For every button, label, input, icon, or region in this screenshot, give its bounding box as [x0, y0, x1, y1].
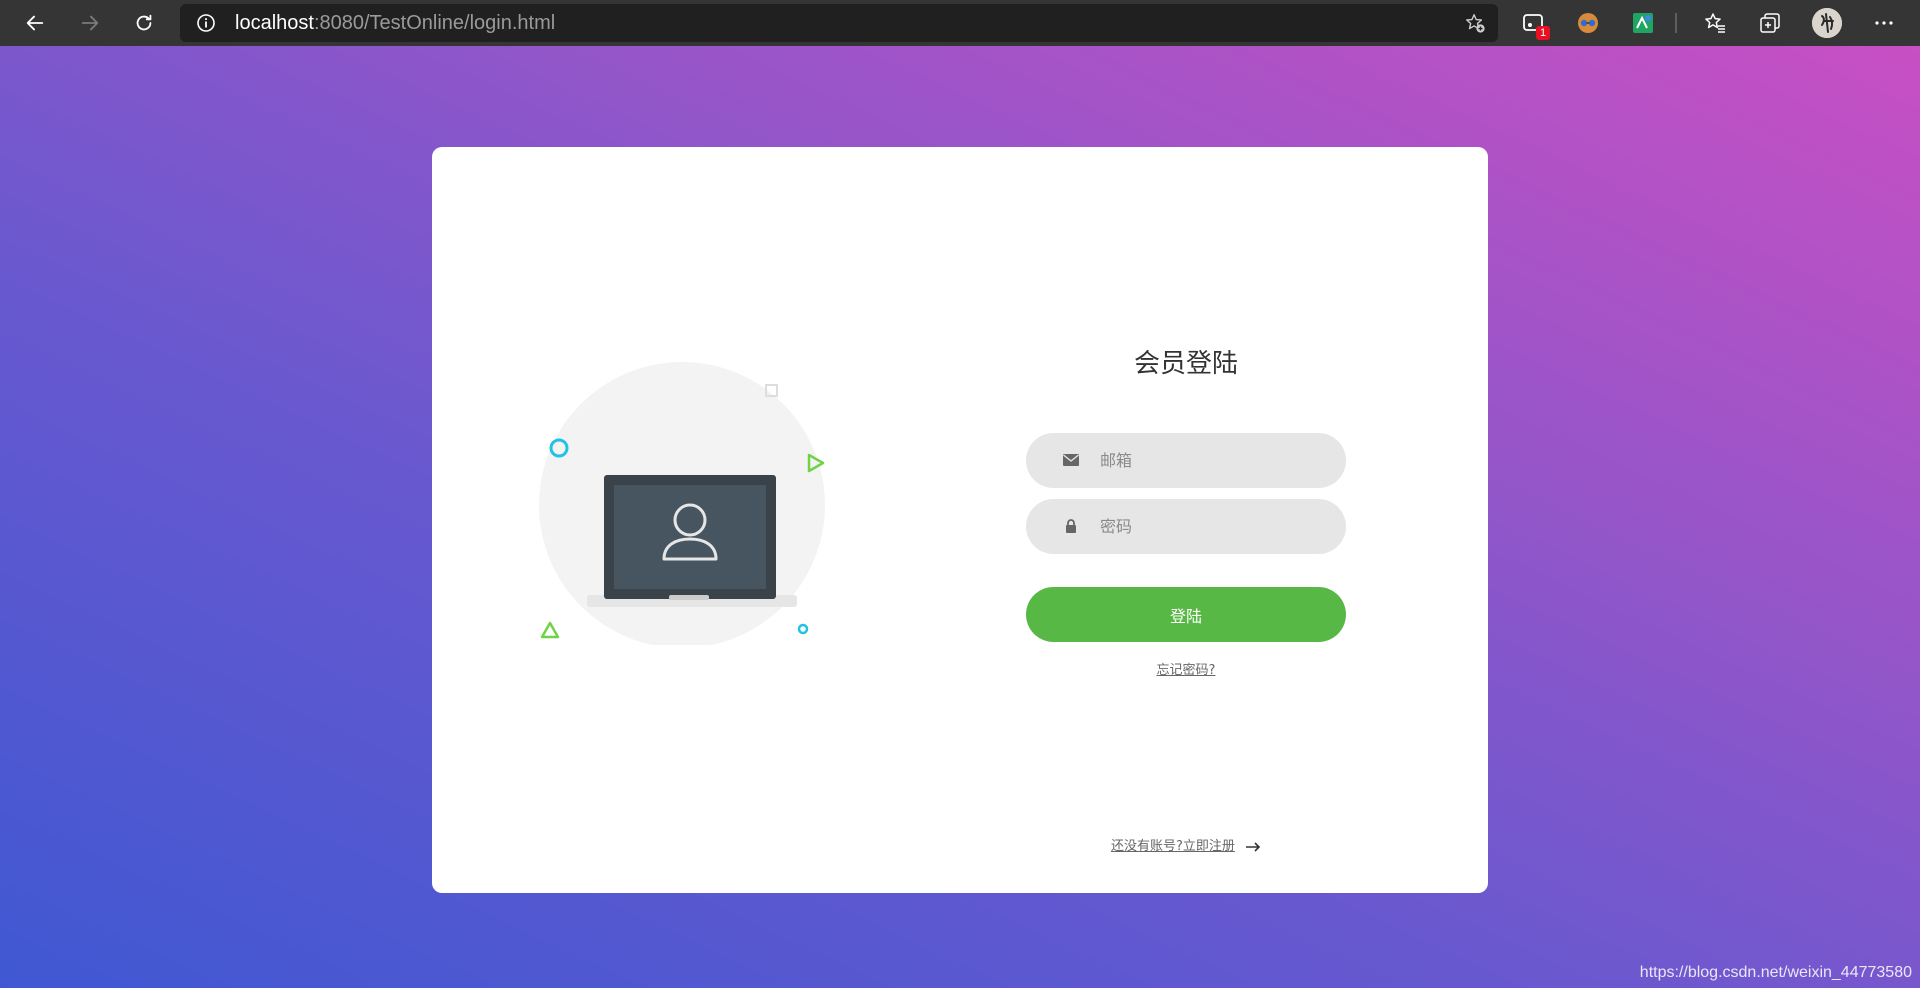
forgot-password-link[interactable]: 忘记密码? — [1026, 659, 1346, 678]
extension-button-3[interactable] — [1628, 8, 1658, 38]
extension-button-2[interactable] — [1573, 8, 1603, 38]
ellipsis-icon — [1875, 21, 1893, 25]
url-text[interactable]: localhost:8080/TestOnline/login.html — [235, 12, 555, 35]
url-host: localhost — [235, 12, 314, 34]
address-bar[interactable]: localhost:8080/TestOnline/login.html — [180, 4, 1498, 42]
favorites-button[interactable] — [1700, 8, 1730, 38]
watermark-text: https://blog.csdn.net/weixin_44773580 — [1639, 964, 1912, 981]
laptop-user-illustration — [539, 362, 825, 645]
envelope-icon — [1063, 454, 1079, 466]
forward-button[interactable] — [71, 4, 109, 42]
email-field[interactable] — [1026, 433, 1346, 488]
email-input[interactable] — [1100, 433, 1330, 488]
more-menu-button[interactable] — [1868, 8, 1900, 38]
arrow-right-icon — [81, 15, 99, 31]
register-link-label: 还没有账号?立即注册 — [1110, 839, 1235, 854]
refresh-icon — [136, 14, 152, 31]
reload-button[interactable] — [125, 4, 163, 42]
translate-extension-icon — [1633, 13, 1653, 33]
login-card: 会员登陆 登陆 忘记密码? 还没有账号?立即注册 — [432, 147, 1488, 893]
collections-button[interactable] — [1755, 8, 1785, 38]
lock-icon — [1066, 519, 1076, 533]
profile-avatar-icon — [1812, 8, 1842, 38]
back-button[interactable] — [16, 4, 54, 42]
star-plus-icon[interactable] — [1464, 12, 1486, 34]
page-viewport: 会员登陆 登陆 忘记密码? 还没有账号?立即注册 https://blog.cs… — [0, 46, 1920, 988]
profile-avatar[interactable] — [1812, 8, 1842, 38]
info-icon[interactable] — [196, 13, 216, 33]
collections-icon — [1760, 13, 1780, 33]
glasses-extension-icon — [1578, 13, 1598, 33]
register-link[interactable]: 还没有账号?立即注册 — [1026, 835, 1346, 854]
long-arrow-right-icon — [1246, 841, 1261, 852]
url-path: :8080/TestOnline/login.html — [313, 12, 556, 34]
extension-button-1[interactable]: 1 — [1518, 8, 1550, 40]
star-list-icon — [1705, 13, 1725, 33]
arrow-left-icon — [26, 15, 44, 31]
password-input[interactable] — [1100, 499, 1330, 554]
page-title: 会员登陆 — [1133, 349, 1238, 379]
extension-badge: 1 — [1536, 26, 1550, 40]
toolbar-divider — [1675, 13, 1677, 33]
login-button[interactable]: 登陆 — [1026, 587, 1346, 642]
password-field[interactable] — [1026, 499, 1346, 554]
browser-toolbar: localhost:8080/TestOnline/login.html 1 — [0, 0, 1920, 46]
